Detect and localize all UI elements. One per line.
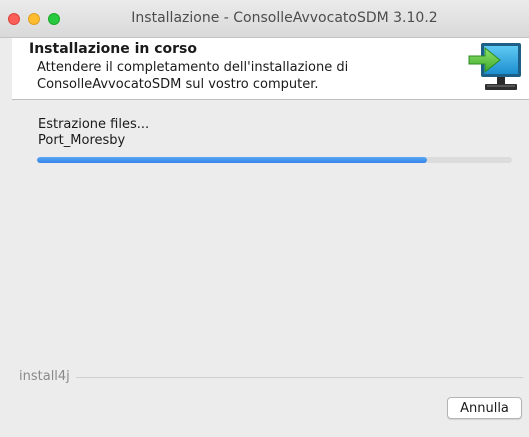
progress-bar-fill <box>37 157 427 163</box>
header-title: Installazione in corso <box>29 41 198 57</box>
cancel-button[interactable]: Annulla <box>447 397 522 419</box>
title-bar[interactable]: Installazione - ConsolleAvvocatoSDM 3.10… <box>0 0 529 38</box>
footer-divider <box>19 377 523 378</box>
left-edge <box>0 38 12 437</box>
progress-bar <box>37 157 512 163</box>
header-panel: Installazione in corso Attendere il comp… <box>12 38 529 100</box>
status-current-file: Port_Moresby <box>38 133 126 148</box>
status-action: Estrazione files... <box>38 117 150 132</box>
installer-brand: install4j <box>19 369 76 384</box>
header-description: Attendere il completamento dell'installa… <box>37 60 349 92</box>
installer-window: Installazione - ConsolleAvvocatoSDM 3.10… <box>0 0 529 437</box>
window-title: Installazione - ConsolleAvvocatoSDM 3.10… <box>131 10 438 26</box>
computer-install-icon <box>468 43 521 90</box>
